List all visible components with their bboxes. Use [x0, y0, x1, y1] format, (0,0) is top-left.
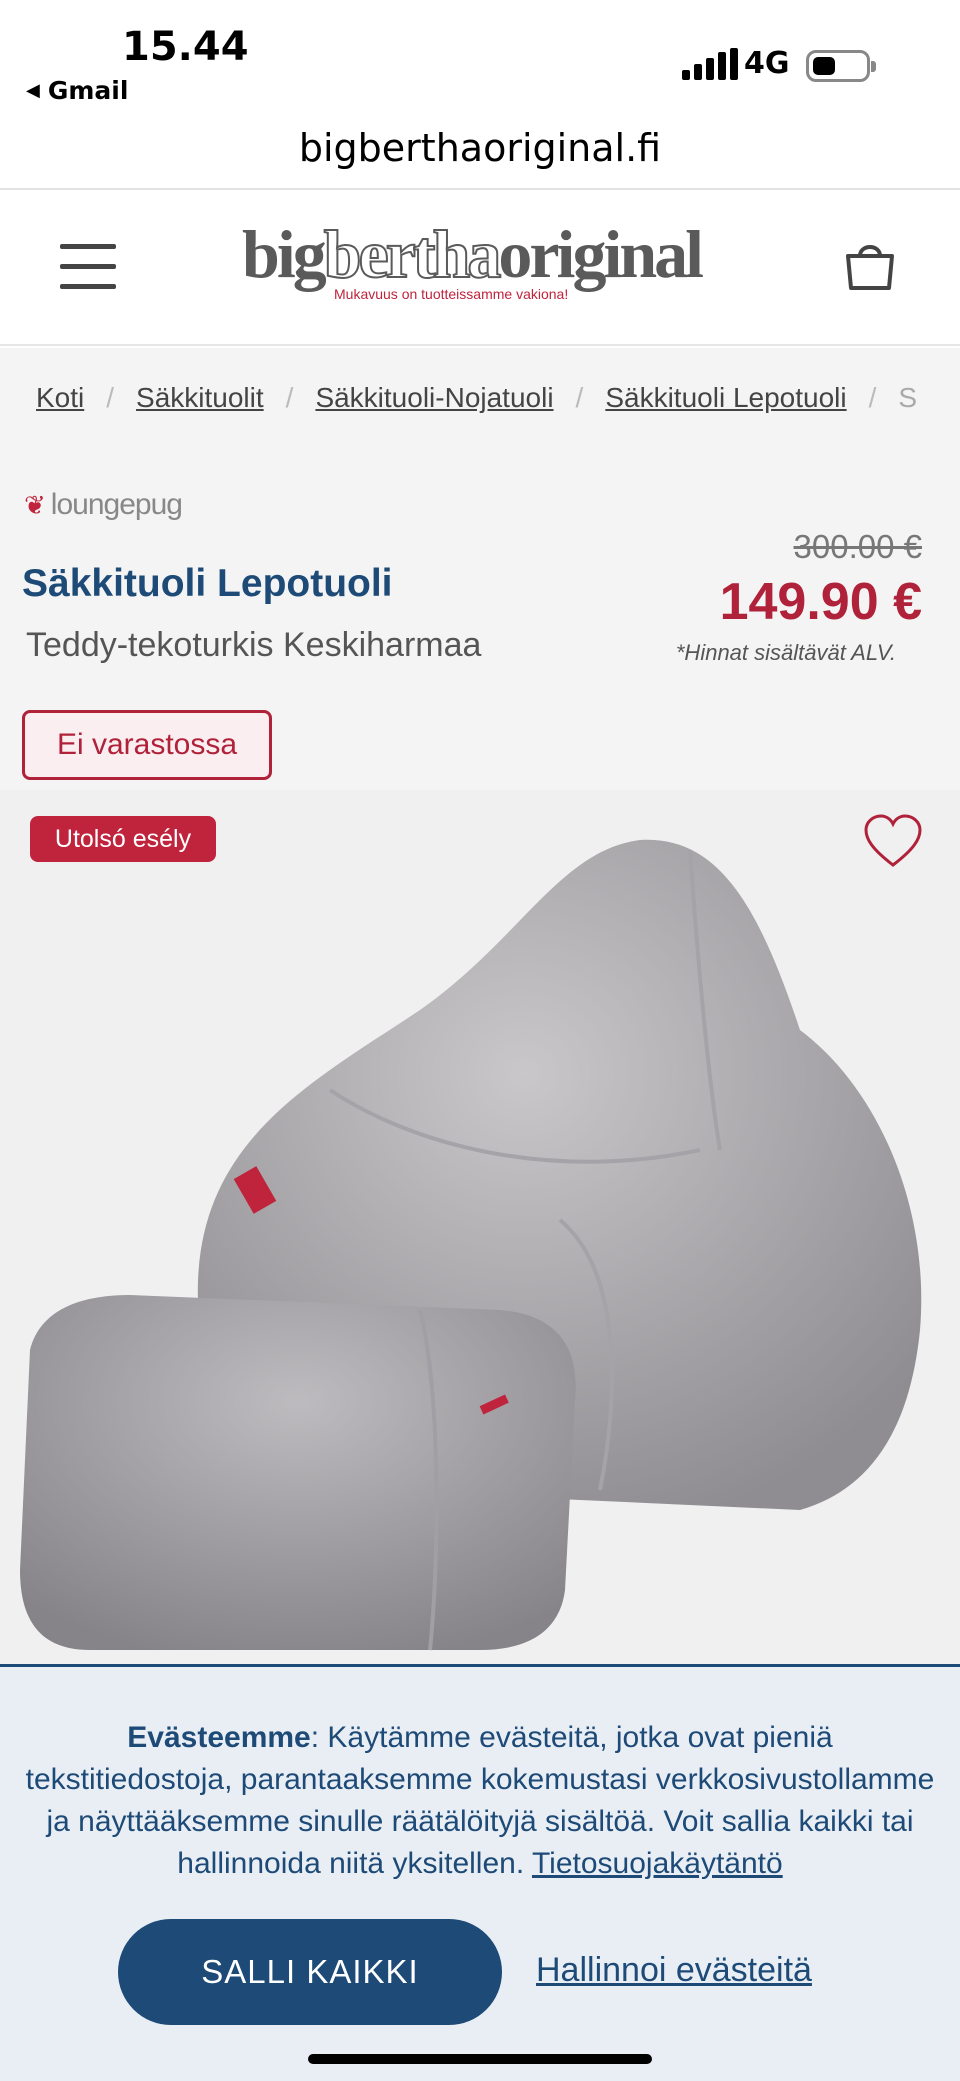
cookie-message: Evästeemme: Käytämme evästeitä, jotka ov… [20, 1717, 940, 1885]
breadcrumb-lepotuoli[interactable]: Säkkituoli Lepotuoli [605, 382, 846, 414]
breadcrumb: Koti / Säkkituolit / Säkkituoli-Nojatuol… [36, 382, 917, 414]
breadcrumb-separator: / [868, 382, 877, 413]
battery-icon [806, 50, 876, 82]
product-variant: Teddy-tekoturkis Keskiharmaa [26, 626, 482, 664]
breadcrumb-nojatuoli[interactable]: Säkkituoli-Nojatuoli [315, 382, 553, 414]
promo-badge: Utolsó esély [30, 816, 216, 862]
clock: 15.44 [122, 24, 249, 70]
menu-icon[interactable] [60, 244, 116, 290]
network-type: 4G [744, 46, 790, 81]
breadcrumb-current: S [898, 382, 918, 413]
back-app-label: Gmail [47, 76, 129, 105]
brand-name: loungepug [50, 488, 183, 521]
original-price: 300.00 € [793, 528, 922, 565]
privacy-policy-link[interactable]: Tietosuojakäytäntö [532, 1847, 783, 1880]
home-indicator[interactable] [308, 2054, 652, 2064]
manage-cookies-link[interactable]: Hallinnoi evästeitä [536, 1951, 812, 1990]
logo-part-bertha: bertha [323, 216, 503, 292]
breadcrumb-separator: / [285, 382, 294, 413]
logo-tagline: Mukavuus on tuotteissamme vakiona! [334, 286, 569, 302]
logo-part-original: original [498, 216, 704, 292]
wishlist-heart-icon[interactable] [862, 812, 924, 870]
vat-note: *Hinnat sisältävät ALV. [675, 640, 896, 665]
allow-all-cookies-button[interactable]: SALLI KAIKKI [118, 1919, 502, 2025]
pug-icon: ❦ [24, 489, 46, 520]
breadcrumb-bar: Koti / Säkkituolit / Säkkituoli-Nojatuol… [0, 348, 960, 468]
back-to-app-link[interactable]: ◀ Gmail [26, 76, 128, 105]
breadcrumb-home[interactable]: Koti [36, 382, 84, 414]
signal-icon [682, 48, 738, 80]
logo-part-big: big [242, 216, 327, 292]
product-title: Säkkituoli Lepotuoli [22, 562, 393, 605]
cookie-heading: Evästeemme [127, 1721, 311, 1754]
breadcrumb-separator: / [106, 382, 115, 413]
site-logo[interactable]: bigberthaoriginal Mukavuus on tuotteissa… [242, 219, 722, 316]
breadcrumb-separator: / [575, 382, 584, 413]
cookie-banner: Evästeemme: Käytämme evästeitä, jotka ov… [0, 1664, 960, 2081]
shopping-bag-icon[interactable] [842, 238, 898, 294]
brand-logo: ❦ loungepug [24, 488, 183, 522]
address-bar[interactable]: bigberthaoriginal.fi [0, 126, 960, 170]
product-image[interactable] [0, 790, 960, 1670]
breadcrumb-sakkituolit[interactable]: Säkkituolit [136, 382, 264, 414]
sale-price: 149.90 € [719, 573, 922, 631]
site-header: bigberthaoriginal Mukavuus on tuotteissa… [0, 190, 960, 346]
status-bar: 15.44 ◀ Gmail 4G [0, 0, 960, 120]
stock-status-badge: Ei varastossa [22, 710, 272, 780]
back-arrow-icon: ◀ [26, 80, 40, 101]
